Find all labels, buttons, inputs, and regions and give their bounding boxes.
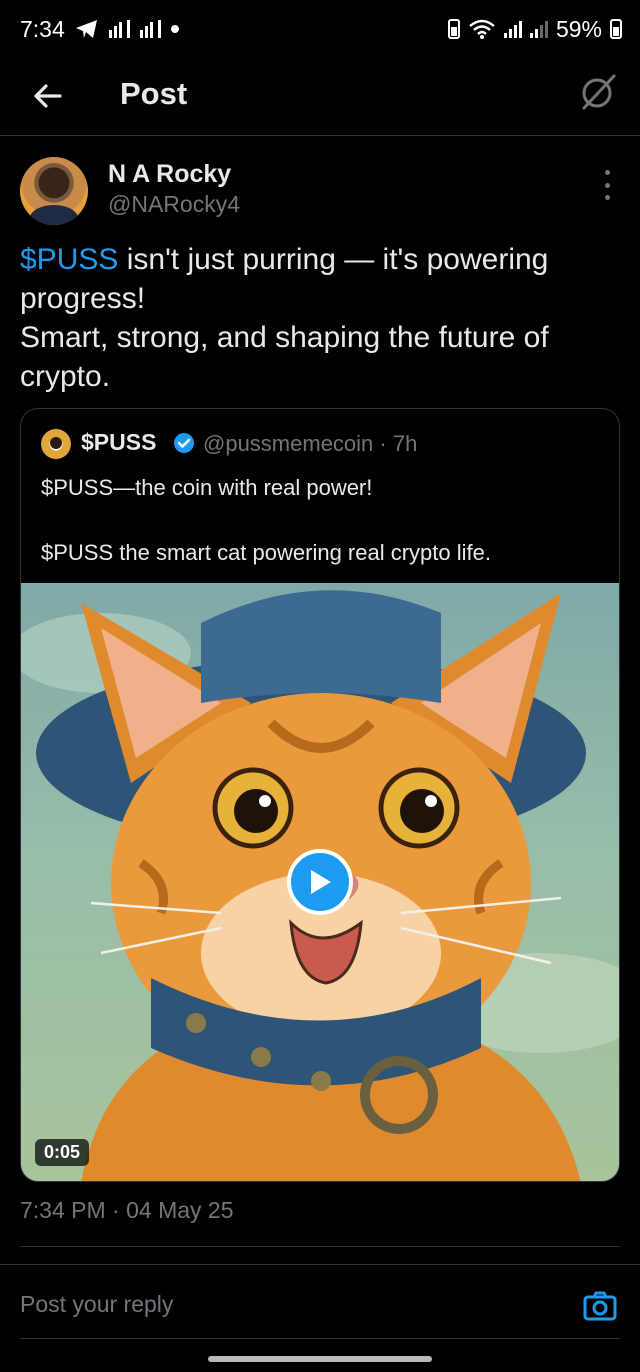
- status-bar-left: 7:34: [20, 16, 179, 43]
- status-time: 7:34: [20, 15, 65, 42]
- battery-icon: [610, 19, 622, 39]
- battery-percent: 59%: [555, 15, 602, 42]
- top-bar: Post: [0, 58, 640, 136]
- home-indicator[interactable]: [208, 1356, 432, 1362]
- quoted-handle-time: @pussmemecoin · 7h: [203, 431, 418, 456]
- page-title: Post: [120, 76, 188, 111]
- more-options-icon[interactable]: [602, 170, 612, 200]
- quoted-post[interactable]: $PUSS @pussmemecoin · 7h $PUSS—the coin …: [20, 408, 620, 1182]
- quoted-author-name[interactable]: $PUSS: [81, 429, 156, 456]
- back-arrow-icon[interactable]: [30, 78, 66, 114]
- signal-icon: [139, 20, 161, 38]
- signal-icon: [108, 20, 130, 38]
- author-handle[interactable]: @NARocky4: [108, 191, 240, 218]
- divider: [20, 1338, 620, 1339]
- signal-icon: [503, 20, 522, 38]
- video-duration: 0:05: [35, 1139, 90, 1166]
- divider: [20, 1246, 620, 1247]
- play-icon: [311, 870, 331, 894]
- author-name[interactable]: N A Rocky: [108, 160, 231, 189]
- post-text: $PUSS isn't just purring — it's powering…: [20, 240, 620, 396]
- wifi-icon: [469, 19, 495, 39]
- signal-icon: [529, 20, 548, 38]
- telegram-icon: [75, 20, 97, 38]
- play-button[interactable]: [287, 849, 353, 915]
- cashtag-link[interactable]: $PUSS: [20, 243, 118, 276]
- post-timestamp: 7:34 PM · 04 May 25: [20, 1197, 234, 1223]
- dot-icon: [170, 25, 179, 33]
- avatar[interactable]: [20, 157, 88, 225]
- battery-saver-icon: [447, 19, 460, 39]
- post-text-line2: Smart, strong, and shaping the future of…: [20, 321, 549, 393]
- status-bar: 7:34 59%: [0, 0, 640, 58]
- reply-input[interactable]: Post your reply: [20, 1291, 540, 1325]
- camera-icon[interactable]: [582, 1288, 618, 1324]
- divider: [0, 1264, 640, 1265]
- video-player[interactable]: 0:05: [21, 583, 619, 1181]
- status-bar-right: 59%: [447, 15, 622, 43]
- quoted-avatar[interactable]: [41, 429, 71, 459]
- grok-icon[interactable]: [578, 72, 618, 112]
- verified-badge-icon: [174, 433, 194, 453]
- quoted-text-line2: $PUSS the smart cat powering real crypto…: [41, 540, 491, 565]
- quoted-text-line1: $PUSS—the coin with real power!: [41, 475, 373, 500]
